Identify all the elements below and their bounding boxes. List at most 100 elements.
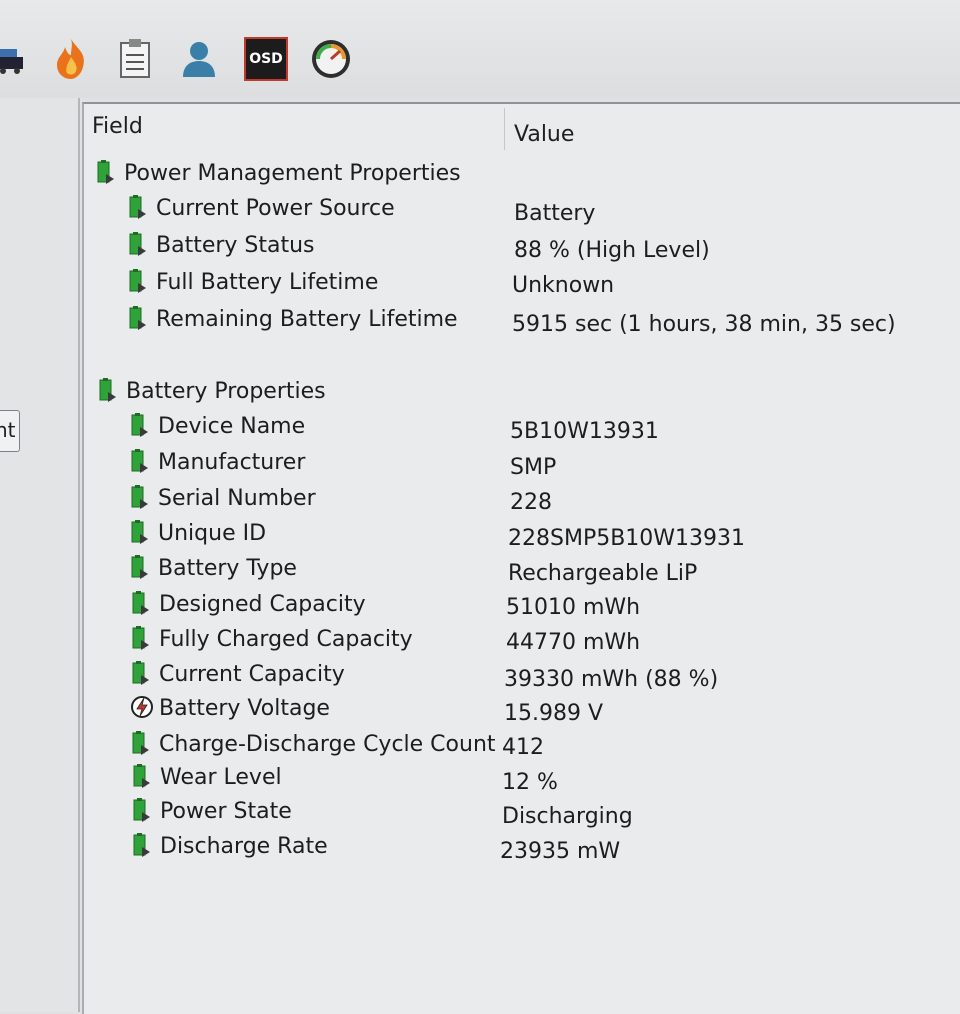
left-pane-tab[interactable]: nt — [0, 410, 20, 452]
row-field: Designed Capacity — [131, 587, 366, 621]
toolbar: OSD — [0, 0, 960, 98]
table-row[interactable]: Designed Capacity 51010 mWh — [84, 587, 960, 621]
row-field: Wear Level — [132, 760, 282, 794]
properties-grid: Field Value Power Management Properties … — [82, 102, 960, 1014]
battery-icon — [130, 485, 154, 511]
row-field: Unique ID — [130, 516, 266, 550]
table-row[interactable]: Charge-Discharge Cycle Count 412 — [84, 727, 960, 761]
table-row[interactable]: Serial Number 228 — [84, 481, 960, 515]
table-row[interactable]: Battery Status 88 % (High Level) — [84, 228, 960, 263]
battery-icon — [131, 731, 155, 757]
row-field-label: Current Capacity — [159, 661, 345, 687]
row-value: 44770 mWh — [506, 630, 641, 655]
row-field: Fully Charged Capacity — [131, 622, 413, 656]
battery-icon — [128, 269, 152, 295]
row-value: Unknown — [512, 273, 615, 298]
section-row-battery-properties[interactable]: Battery Properties — [84, 374, 960, 408]
battery-icon — [131, 661, 155, 687]
row-field-label: Battery Type — [158, 555, 297, 581]
table-row[interactable]: Device Name 5B10W13931 — [84, 409, 960, 444]
row-field-label: Device Name — [158, 413, 306, 439]
user-icon[interactable] — [176, 36, 222, 82]
section-title-label: Power Management Properties — [124, 160, 461, 186]
row-value: 15.989 V — [504, 701, 604, 726]
left-pane-tab-label: nt — [0, 418, 16, 442]
table-row[interactable]: Manufacturer SMP — [84, 445, 960, 480]
table-row[interactable]: Battery Type Rechargeable LiP — [84, 551, 960, 586]
row-field: Current Capacity — [131, 657, 345, 691]
row-value: 88 % (High Level) — [514, 238, 710, 263]
osd-label: OSD — [249, 51, 283, 67]
row-value: 228 — [510, 490, 552, 515]
table-row[interactable]: Unique ID 228SMP5B10W13931 — [84, 516, 960, 551]
row-value: 23935 mW — [500, 839, 621, 864]
row-field: Remaining Battery Lifetime — [128, 302, 458, 336]
row-field: Battery Voltage — [131, 691, 330, 725]
flame-icon[interactable] — [48, 36, 94, 82]
row-value: 51010 mWh — [506, 595, 641, 620]
row-field-label: Remaining Battery Lifetime — [156, 306, 458, 332]
row-value: 5915 sec (1 hours, 38 min, 35 sec) — [512, 312, 896, 337]
left-pane: nt — [0, 98, 80, 1012]
battery-icon — [98, 378, 122, 404]
row-field-label: Manufacturer — [158, 449, 306, 475]
battery-icon — [96, 160, 120, 186]
row-field-label: Battery Voltage — [159, 695, 330, 721]
section-title-label: Battery Properties — [126, 378, 326, 404]
table-row[interactable]: Current Power Source Battery — [84, 191, 960, 226]
row-field: Charge-Discharge Cycle Count — [131, 727, 496, 761]
table-row[interactable]: Battery Voltage 15.989 V — [84, 691, 960, 726]
row-field: Serial Number — [130, 481, 316, 515]
battery-icon — [130, 413, 154, 439]
battery-icon — [128, 195, 152, 221]
battery-icon — [130, 520, 154, 546]
table-row[interactable]: Full Battery Lifetime Unknown — [84, 265, 960, 299]
battery-icon — [131, 591, 155, 617]
checklist-icon[interactable] — [112, 36, 158, 82]
gauge-icon[interactable] — [308, 36, 354, 82]
row-field: Current Power Source — [128, 191, 395, 225]
row-field-label: Fully Charged Capacity — [159, 626, 413, 652]
table-row[interactable]: Power State Discharging — [84, 794, 960, 829]
battery-icon — [128, 306, 152, 332]
row-field-label: Serial Number — [158, 485, 316, 511]
row-field-label: Designed Capacity — [159, 591, 366, 617]
table-row[interactable]: Current Capacity 39330 mWh (88 %) — [84, 657, 960, 692]
row-value: 5B10W13931 — [510, 419, 659, 444]
row-value: Rechargeable LiP — [508, 561, 698, 586]
row-field: Full Battery Lifetime — [128, 265, 378, 299]
row-field: Battery Type — [130, 551, 297, 585]
row-field-label: Power State — [160, 798, 292, 824]
grid-header: Field Value — [84, 104, 960, 150]
row-field-label: Full Battery Lifetime — [156, 269, 379, 295]
battery-icon — [128, 232, 152, 258]
row-field: Manufacturer — [130, 445, 305, 479]
section-title: Power Management Properties — [96, 156, 461, 190]
row-field: Discharge Rate — [132, 829, 328, 863]
row-field-label: Battery Status — [156, 232, 315, 258]
section-title: Battery Properties — [98, 374, 326, 408]
row-field: Device Name — [130, 409, 305, 443]
battery-icon — [132, 833, 156, 859]
truck-icon[interactable] — [0, 36, 32, 82]
row-field-label: Charge-Discharge Cycle Count — [159, 731, 496, 757]
table-row[interactable]: Fully Charged Capacity 44770 mWh — [84, 622, 960, 656]
table-row[interactable]: Wear Level 12 % — [84, 760, 960, 795]
battery-icon — [130, 555, 154, 581]
battery-icon — [132, 798, 156, 824]
row-field-label: Discharge Rate — [160, 833, 328, 859]
column-header-field[interactable]: Field — [92, 114, 143, 139]
row-field: Battery Status — [128, 228, 315, 262]
section-row-power-management[interactable]: Power Management Properties — [84, 156, 960, 190]
voltage-icon — [131, 695, 155, 721]
table-row[interactable]: Remaining Battery Lifetime 5915 sec (1 h… — [84, 302, 960, 337]
row-field-label: Current Power Source — [156, 195, 395, 221]
row-value: Battery — [514, 201, 596, 226]
row-value: SMP — [510, 455, 557, 480]
column-divider[interactable] — [504, 108, 505, 150]
row-field-label: Wear Level — [160, 764, 282, 790]
table-row[interactable]: Discharge Rate 23935 mW — [84, 829, 960, 864]
osd-icon[interactable]: OSD — [243, 36, 289, 82]
row-field: Power State — [132, 794, 292, 828]
column-header-value[interactable]: Value — [514, 122, 574, 147]
